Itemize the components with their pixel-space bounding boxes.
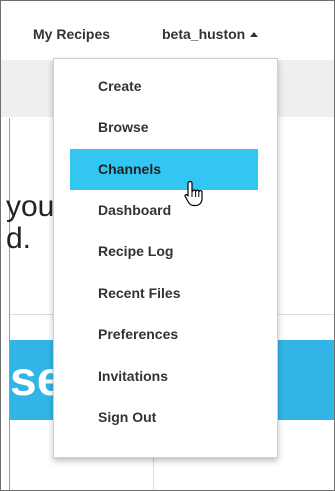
menu-item-recipe-log[interactable]: Recipe Log (70, 231, 258, 272)
menu-item-dashboard[interactable]: Dashboard (70, 190, 258, 231)
menu-item-sign-out[interactable]: Sign Out (70, 397, 258, 438)
hand-pointer-icon (184, 180, 203, 207)
top-navigation: My Recipes beta_huston (1, 1, 334, 60)
user-dropdown-menu: Create Browse Channels Dashboard Recipe … (53, 58, 278, 458)
menu-item-invitations[interactable]: Invitations (70, 356, 258, 397)
caret-up-icon (250, 32, 259, 37)
username-label: beta_huston (162, 26, 246, 42)
menu-item-create[interactable]: Create (70, 66, 258, 107)
user-menu-toggle[interactable]: beta_huston (162, 26, 259, 42)
content-border (9, 118, 10, 490)
my-recipes-link[interactable]: My Recipes (33, 26, 110, 42)
background-text-line-2: d. (6, 222, 32, 255)
menu-item-recent-files[interactable]: Recent Files (70, 273, 258, 314)
menu-item-preferences[interactable]: Preferences (70, 314, 258, 355)
menu-item-channels[interactable]: Channels (70, 149, 258, 190)
menu-item-browse[interactable]: Browse (70, 107, 258, 148)
background-text-line-1: you (6, 190, 55, 223)
